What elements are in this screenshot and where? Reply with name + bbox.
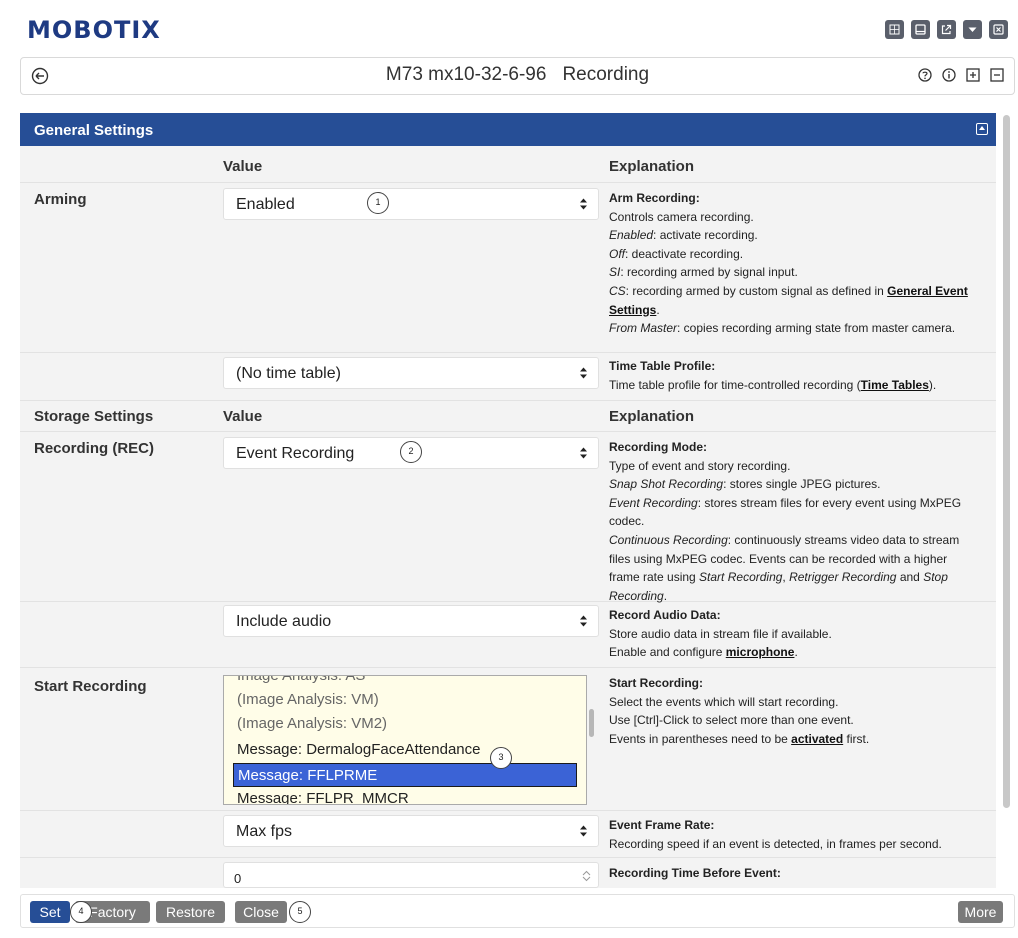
close-button[interactable]: Close	[235, 901, 287, 923]
start-recording-explanation: Start Recording: Select the events which…	[609, 676, 870, 746]
list-scrollbar[interactable]	[589, 709, 594, 737]
storage-explanation-header: Explanation	[609, 408, 695, 425]
window-icon[interactable]	[911, 20, 930, 39]
frame-rate-select[interactable]: Max fps	[223, 815, 599, 847]
storage-settings-header-row: Storage Settings Value Explanation	[20, 401, 996, 432]
top-bar: MOBOTIX	[0, 0, 1018, 52]
frame-rate-value: Max fps	[236, 823, 293, 840]
audio-explanation: Record Audio Data: Store audio data in s…	[609, 608, 832, 660]
callout-marker-2: 2	[400, 441, 422, 463]
arming-value: Enabled	[236, 196, 295, 213]
time-before-event-value: 0	[234, 871, 242, 886]
list-option[interactable]: (Image Analysis: VM2)	[233, 712, 577, 736]
info-icon[interactable]	[942, 68, 956, 82]
activated-link[interactable]: activated	[791, 732, 843, 746]
select-arrow-icon	[580, 198, 587, 210]
audio-value: Include audio	[236, 613, 332, 630]
title-icons	[918, 68, 1004, 82]
grid-icon[interactable]	[885, 20, 904, 39]
time-table-value: (No time table)	[236, 365, 341, 382]
list-option[interactable]: Image Analysis: AS	[233, 676, 577, 688]
storage-value-header: Value	[223, 408, 263, 425]
select-arrow-icon	[580, 447, 587, 459]
arming-explanation: Arm Recording: Controls camera recording…	[609, 191, 968, 336]
start-recording-event-list[interactable]: Image Analysis: AS (Image Analysis: VM) …	[223, 675, 587, 805]
time-before-event-input[interactable]: 0	[223, 862, 599, 888]
external-link-icon[interactable]	[937, 20, 956, 39]
event-frame-rate-row: Max fps Event Frame Rate: Recording spee…	[20, 811, 996, 858]
arming-row: Arming Enabled 1 Arm Recording: Controls…	[20, 183, 996, 353]
callout-marker-4: 4	[70, 901, 92, 923]
recording-explanation: Recording Mode: Type of event and story …	[609, 440, 962, 603]
device-name: M73 mx10-32-6-96	[385, 64, 547, 85]
restore-button[interactable]: Restore	[156, 901, 225, 923]
page-title: M73 mx10-32-6-96 Recording	[21, 64, 1014, 86]
audio-select[interactable]: Include audio	[223, 605, 599, 637]
set-button[interactable]: Set	[30, 901, 70, 923]
arming-select[interactable]: Enabled	[223, 188, 599, 220]
list-option[interactable]: Message: FFLPR_MMCR	[233, 787, 577, 804]
general-settings-panel: General Settings Value Explanation Armin…	[20, 113, 996, 888]
microphone-link[interactable]: microphone	[726, 645, 795, 659]
select-arrow-icon	[580, 367, 587, 379]
recording-row: Recording (REC) Event Recording 2 Record…	[20, 432, 996, 603]
panel-title: General Settings	[34, 122, 154, 139]
callout-marker-5: 5	[289, 901, 311, 923]
section-name: Recording	[562, 64, 650, 85]
time-before-event-explanation: Recording Time Before Event:	[609, 866, 781, 880]
callout-marker-1: 1	[367, 192, 389, 214]
audio-row: Include audio Record Audio Data: Store a…	[20, 602, 996, 668]
close-box-icon[interactable]	[989, 20, 1008, 39]
more-button[interactable]: More	[958, 901, 1003, 923]
storage-settings-label: Storage Settings	[34, 408, 154, 425]
recording-label: Recording (REC)	[34, 440, 154, 457]
general-event-settings-link-cont[interactable]: Settings	[609, 303, 656, 317]
frame-rate-explanation: Event Frame Rate: Recording speed if an …	[609, 818, 942, 851]
list-option-selected[interactable]: Message: FFLPRME	[233, 763, 577, 787]
time-tables-link[interactable]: Time Tables	[861, 378, 929, 392]
recording-mode-value: Event Recording	[236, 445, 355, 462]
value-column-header: Value	[223, 158, 263, 175]
general-event-settings-link[interactable]: General Event	[887, 284, 968, 298]
time-table-select[interactable]: (No time table)	[223, 357, 599, 389]
list-option[interactable]: Message: DermalogFaceAttendance	[233, 738, 577, 762]
time-table-explanation: Time Table Profile: Time table profile f…	[609, 359, 937, 392]
collapse-all-icon[interactable]	[990, 68, 1004, 82]
help-icon[interactable]	[918, 68, 932, 82]
bottom-action-bar: Set Factory Restore Close More 4 5	[20, 894, 1015, 928]
list-option[interactable]: (Image Analysis: VM)	[233, 688, 577, 712]
spinner-icon[interactable]	[581, 869, 592, 883]
callout-marker-3: 3	[490, 747, 512, 769]
window-controls	[885, 20, 1008, 39]
page-scrollbar[interactable]	[1003, 115, 1010, 808]
page-title-bar: M73 mx10-32-6-96 Recording	[20, 57, 1015, 95]
mobotix-logo: MOBOTIX	[27, 16, 161, 44]
explanation-column-header: Explanation	[609, 158, 695, 175]
select-arrow-icon	[580, 615, 587, 627]
column-header-row: Value Explanation	[20, 146, 996, 183]
dropdown-icon[interactable]	[963, 20, 982, 39]
collapse-panel-icon[interactable]	[976, 123, 988, 135]
arming-label: Arming	[34, 191, 87, 208]
start-recording-label: Start Recording	[34, 678, 147, 695]
time-table-row: (No time table) Time Table Profile: Time…	[20, 353, 996, 401]
select-arrow-icon	[580, 825, 587, 837]
expand-all-icon[interactable]	[966, 68, 980, 82]
panel-header[interactable]: General Settings	[20, 113, 996, 146]
